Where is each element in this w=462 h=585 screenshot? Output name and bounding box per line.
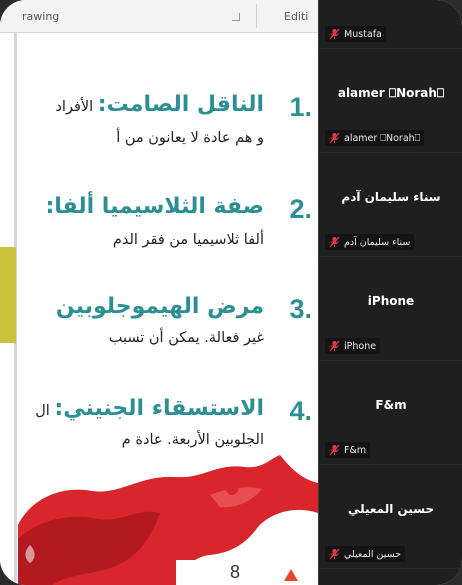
item-number: 1. xyxy=(289,92,312,122)
participant-tile[interactable]: Mustafa xyxy=(319,0,462,49)
ribbon-bar: rawing Editi xyxy=(0,0,318,33)
participant-tag-label: F&m xyxy=(344,444,367,456)
item-number: 3. xyxy=(289,294,312,324)
participant-name-tag: Mustafa xyxy=(325,26,386,42)
item-heading: الناقل الصامت: xyxy=(97,92,264,117)
participant-tag-label: Mustafa xyxy=(344,28,382,40)
participant-name-tag: حسين المعيلي xyxy=(325,546,406,562)
item-body: ألفا ثلاسيميا من فقر الدم xyxy=(112,232,264,248)
list-item: 3. مرض الهيموجلوبين غير فعالة. يمكن أن ت… xyxy=(55,294,312,346)
participant-name-tag: alamer ⎕Norah⎕ xyxy=(325,130,425,146)
list-item: 2. صفة الثلاسيميا ألفا: ألفا ثلاسيميا من… xyxy=(45,194,312,248)
mic-muted-icon xyxy=(329,132,340,144)
slide-page-number: 8 xyxy=(230,562,241,582)
participant-display-name: F&m xyxy=(375,398,407,412)
ribbon-divider xyxy=(256,4,257,28)
mic-muted-icon xyxy=(329,340,340,352)
item-heading: صفة الثلاسيميا ألفا: xyxy=(45,194,264,219)
item-number: 4. xyxy=(289,396,312,426)
item-body: و هم عادة لا يعانون من أ xyxy=(116,130,264,146)
participant-display-name: iPhone xyxy=(367,294,415,308)
screen-frame: rawing Editi 1. الناقل الصامت: الأفراد و… xyxy=(0,0,462,585)
item-heading-tail: ال xyxy=(35,403,55,419)
triangle-icon xyxy=(284,569,298,581)
item-heading: مرض الهيموجلوبين xyxy=(55,294,264,319)
participants-panel: Mustafa alamer ⎕Norah⎕ alamer ⎕Norah⎕ سن… xyxy=(318,0,462,585)
list-item: 1. الناقل الصامت: الأفراد و هم عادة لا ي… xyxy=(55,92,312,146)
mic-muted-icon xyxy=(329,444,340,456)
participant-display-name: سناء سليمان آدم xyxy=(341,190,441,204)
slide-accent-tab xyxy=(0,247,16,343)
list-item: 4. الاستسقاء الجنيني: ال الجلوبين الأربع… xyxy=(35,396,312,448)
participant-tile[interactable]: حسين المعيلي حسين المعيلي xyxy=(319,464,462,569)
participant-display-name: alamer ⎕Norah⎕ xyxy=(337,85,445,100)
mic-muted-icon xyxy=(329,548,340,560)
dialog-launcher-icon[interactable] xyxy=(232,13,240,21)
item-heading: الاستسقاء الجنيني: xyxy=(54,396,264,421)
participant-tile[interactable]: F&m F&m xyxy=(319,360,462,465)
shared-slide: rawing Editi 1. الناقل الصامت: الأفراد و… xyxy=(0,0,318,585)
ribbon-group-drawing[interactable]: rawing xyxy=(22,10,59,23)
ribbon-group-editing[interactable]: Editi xyxy=(284,10,308,23)
item-body: الجلوبين الأربعة. عادة م xyxy=(121,432,264,448)
mic-muted-icon xyxy=(329,28,340,40)
participant-tag-label: alamer ⎕Norah⎕ xyxy=(344,132,421,144)
participant-name-tag: سناء سليمان آدم xyxy=(325,234,415,250)
participant-tag-label: iPhone xyxy=(344,340,377,352)
participant-display-name: حسين المعيلي xyxy=(347,502,435,516)
mic-muted-icon xyxy=(329,236,340,248)
participant-name-tag: F&m xyxy=(325,442,371,458)
participant-tile[interactable]: iPhone iPhone xyxy=(319,256,462,361)
participant-name-tag: iPhone xyxy=(325,338,381,354)
participant-tile[interactable]: سناء سليمان آدم سناء سليمان آدم xyxy=(319,152,462,257)
participant-tag-label: سناء سليمان آدم xyxy=(344,236,411,248)
participant-tile[interactable]: alamer ⎕Norah⎕ alamer ⎕Norah⎕ xyxy=(319,48,462,153)
item-body: غير فعالة. يمكن أن تسبب xyxy=(108,330,264,346)
item-heading-tail: الأفراد xyxy=(55,99,98,115)
item-number: 2. xyxy=(289,194,312,224)
participant-tag-label: حسين المعيلي xyxy=(344,548,402,560)
